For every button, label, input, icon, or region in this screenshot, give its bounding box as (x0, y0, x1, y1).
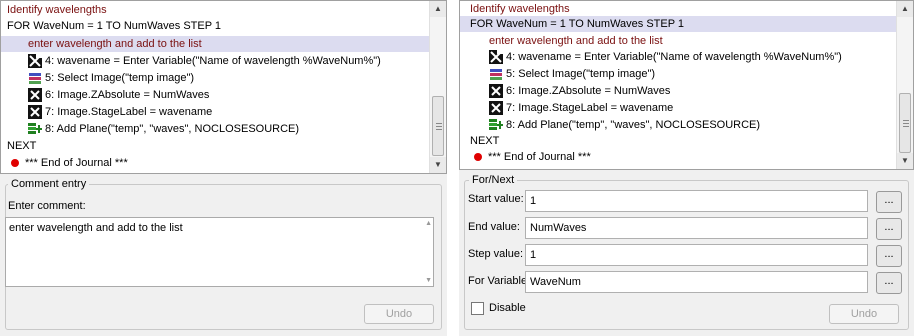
textarea-scroll-up-icon[interactable]: ▲ (425, 220, 432, 227)
add-plane-icon (489, 119, 503, 131)
scroll-down-arrow-icon[interactable]: ▼ (897, 153, 913, 169)
journal-line-step7[interactable]: 7: Image.StageLabel = wavename (489, 100, 673, 116)
journal-scrollbar[interactable]: ▲ ▼ (429, 1, 446, 173)
journal-line-text: 5: Select Image("temp image") (506, 68, 656, 81)
journal-line-for[interactable]: FOR WaveNum = 1 TO NumWaves STEP 1 (7, 18, 221, 34)
journal-line-text: 7: Image.StageLabel = wavename (506, 102, 674, 115)
journal-scrollbar[interactable]: ▲ ▼ (896, 1, 913, 169)
comment-textarea[interactable]: enter wavelength and add to the list ▲ ▼ (5, 217, 434, 287)
journal-line-step7[interactable]: 7: Image.StageLabel = wavename (28, 104, 212, 120)
journal-line-step4[interactable]: 4: wavename = Enter Variable("Name of wa… (28, 53, 381, 69)
variable-assign-icon (489, 84, 503, 99)
enter-variable-icon (28, 54, 42, 69)
journal-line-step8[interactable]: 8: Add Plane("temp", "waves", NOCLOSESOU… (489, 117, 760, 133)
journal-list[interactable]: Identify wavelengths FOR WaveNum = 1 TO … (0, 0, 447, 174)
variable-assign-icon (28, 105, 42, 120)
journal-line-next[interactable]: NEXT (7, 138, 36, 154)
journal-line-text: 4: wavename = Enter Variable("Name of wa… (506, 51, 842, 64)
end-value-browse-button[interactable]: ... (876, 218, 902, 240)
journal-line-step6[interactable]: 6: Image.ZAbsolute = NumWaves (28, 87, 209, 103)
scroll-thumb[interactable] (432, 96, 444, 156)
journal-line-step5[interactable]: 5: Select Image("temp image") (489, 66, 655, 82)
left-panel: Identify wavelengths FOR WaveNum = 1 TO … (0, 0, 447, 336)
for-variable-field[interactable]: WaveNum (525, 271, 868, 293)
end-marker-dot (474, 153, 482, 162)
undo-button[interactable]: Undo (829, 304, 899, 324)
journal-line-next[interactable]: NEXT (470, 133, 499, 149)
panel-divider (447, 0, 459, 336)
journal-line-step5[interactable]: 5: Select Image("temp image") (28, 70, 194, 86)
select-image-icon (489, 67, 503, 82)
journal-line-text: 8: Add Plane("temp", "waves", NOCLOSESOU… (506, 119, 761, 132)
for-variable-label: For Variable: (468, 275, 531, 287)
journal-line-text: NEXT (7, 140, 37, 153)
scroll-thumb[interactable] (899, 93, 911, 153)
disable-checkbox[interactable] (471, 302, 484, 315)
journal-line-text: 4: wavename = Enter Variable("Name of wa… (45, 55, 381, 68)
end-marker-dot (11, 159, 19, 168)
journal-line-text: 8: Add Plane("temp", "waves", NOCLOSESOU… (45, 123, 300, 136)
variable-assign-icon (28, 88, 42, 103)
journal-line-step8[interactable]: 8: Add Plane("temp", "waves", NOCLOSESOU… (28, 121, 299, 137)
journal-line-text: FOR WaveNum = 1 TO NumWaves STEP 1 (470, 18, 685, 31)
journal-line-text: enter wavelength and add to the list (28, 38, 202, 51)
journal-line-text: 5: Select Image("temp image") (45, 72, 195, 85)
step-value-label: Step value: (468, 248, 524, 260)
journal-line-header[interactable]: Identify wavelengths (470, 1, 570, 17)
start-value-browse-button[interactable]: ... (876, 191, 902, 213)
textarea-scroll-down-icon[interactable]: ▼ (425, 277, 432, 284)
select-image-icon (28, 71, 42, 86)
journal-line-comment[interactable]: enter wavelength and add to the list (489, 33, 663, 49)
journal-line-step4[interactable]: 4: wavename = Enter Variable("Name of wa… (489, 49, 842, 65)
right-panel: Identify wavelengths FOR WaveNum = 1 TO … (459, 0, 914, 336)
journal-line-header[interactable]: Identify wavelengths (7, 2, 107, 18)
start-value-field[interactable]: 1 (525, 190, 868, 212)
journal-line-text: 6: Image.ZAbsolute = NumWaves (45, 89, 210, 102)
journal-list[interactable]: Identify wavelengths FOR WaveNum = 1 TO … (459, 0, 914, 170)
scroll-up-arrow-icon[interactable]: ▲ (897, 1, 913, 17)
end-value-field[interactable]: NumWaves (525, 217, 868, 239)
journal-line-text: 6: Image.ZAbsolute = NumWaves (506, 85, 671, 98)
step-value-field[interactable]: 1 (525, 244, 868, 266)
enter-variable-icon (489, 50, 503, 65)
journal-line-text: NEXT (470, 135, 500, 148)
undo-button[interactable]: Undo (364, 304, 434, 324)
journal-line-text: *** End of Journal *** (488, 151, 591, 164)
journal-line-comment-selected[interactable]: enter wavelength and add to the list (1, 36, 430, 52)
scroll-up-arrow-icon[interactable]: ▲ (430, 1, 446, 17)
journal-line-step6[interactable]: 6: Image.ZAbsolute = NumWaves (489, 83, 670, 99)
comment-value: enter wavelength and add to the list (9, 222, 183, 234)
journal-line-text: FOR WaveNum = 1 TO NumWaves STEP 1 (7, 20, 222, 33)
journal-line-end[interactable]: *** End of Journal *** (11, 155, 128, 171)
variable-assign-icon (489, 101, 503, 116)
for-variable-browse-button[interactable]: ... (876, 272, 902, 294)
comment-entry-title: Comment entry (8, 178, 90, 190)
journal-line-text: enter wavelength and add to the list (489, 35, 663, 48)
journal-line-text: 7: Image.StageLabel = wavename (45, 106, 213, 119)
disable-label: Disable (489, 302, 526, 314)
journal-line-for-selected[interactable]: FOR WaveNum = 1 TO NumWaves STEP 1 (460, 16, 897, 32)
enter-comment-label: Enter comment: (8, 200, 86, 212)
journal-line-text: Identify wavelengths (7, 4, 107, 17)
journal-line-text: Identify wavelengths (470, 3, 570, 16)
journal-line-end[interactable]: *** End of Journal *** (474, 149, 591, 165)
scroll-down-arrow-icon[interactable]: ▼ (430, 157, 446, 173)
journal-line-text: *** End of Journal *** (25, 157, 128, 170)
step-value-browse-button[interactable]: ... (876, 245, 902, 267)
for-next-title: For/Next (469, 174, 518, 186)
start-value-label: Start value: (468, 193, 524, 205)
end-value-label: End value: (468, 221, 520, 233)
add-plane-icon (28, 123, 42, 135)
